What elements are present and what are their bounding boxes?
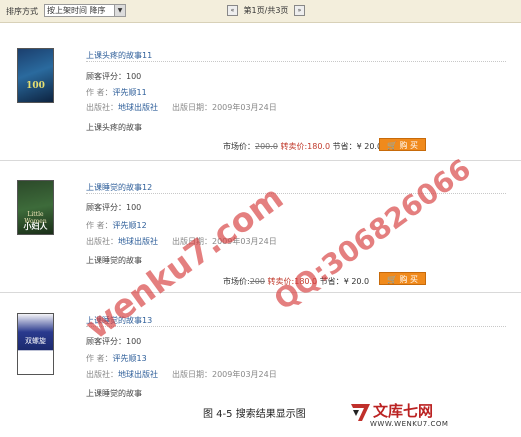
logo-url: WWW.WENKU7.COM bbox=[370, 420, 449, 428]
divider-dotted bbox=[86, 326, 506, 327]
pager: « 第1页/共3页 » bbox=[227, 5, 305, 17]
buy-label: 购 买 bbox=[399, 275, 419, 284]
rating-label: 顾客评分： bbox=[86, 337, 126, 346]
market-label: 市场价： bbox=[223, 142, 255, 151]
figure-caption: 图 4-5 搜索结果显示图 bbox=[203, 409, 306, 420]
date-label: 出版日期： bbox=[172, 370, 212, 379]
date-label: 出版日期： bbox=[172, 103, 212, 112]
book-cover-2[interactable]: Little Women 小妇人 bbox=[17, 180, 54, 235]
book-title-1[interactable]: 上课头疼的故事11 bbox=[86, 50, 152, 61]
date-value: 2009年03月24日 bbox=[212, 237, 277, 246]
rating-label: 顾客评分： bbox=[86, 72, 126, 81]
sale-price: 180.0 bbox=[307, 142, 331, 151]
logo-name: 文库七网 bbox=[373, 402, 434, 420]
author-label: 作 者： bbox=[86, 221, 113, 230]
sale-price: 180.0 bbox=[294, 277, 318, 286]
item-separator bbox=[0, 160, 521, 161]
publisher-3: 出版社：地球出版社 出版日期：2009年03月24日 bbox=[86, 369, 277, 380]
author-label: 作 者： bbox=[86, 88, 113, 97]
book-title-2[interactable]: 上课睡觉的故事12 bbox=[86, 182, 152, 193]
publisher-link[interactable]: 地球出版社 bbox=[118, 370, 158, 379]
sort-toolbar: 排序方式 按上架时间 降序 ▼ « 第1页/共3页 » bbox=[0, 0, 521, 23]
book-desc-1: 上课头疼的故事 bbox=[86, 123, 142, 132]
book-cover-1[interactable]: 100 bbox=[17, 48, 54, 103]
author-1: 作 者：评先顺11 bbox=[86, 87, 147, 98]
chevron-down-icon[interactable]: ▼ bbox=[114, 5, 125, 16]
rating-value: 100 bbox=[126, 72, 142, 81]
item-separator bbox=[0, 292, 521, 293]
rating-2: 顾客评分：100 bbox=[86, 202, 141, 213]
book-title-3[interactable]: 上课睡觉的故事13 bbox=[86, 315, 152, 326]
date-label: 出版日期： bbox=[172, 237, 212, 246]
author-link[interactable]: 评先顺12 bbox=[113, 221, 147, 230]
save-value: ¥ 20.0 bbox=[343, 277, 370, 286]
book-desc-2: 上课睡觉的故事 bbox=[86, 256, 142, 265]
book-cover-3[interactable]: 双螺旋 bbox=[17, 313, 54, 375]
prev-page-icon[interactable]: « bbox=[227, 5, 238, 16]
author-3: 作 者：评先顺13 bbox=[86, 353, 147, 364]
rating-value: 100 bbox=[126, 203, 142, 212]
author-2: 作 者：评先顺12 bbox=[86, 220, 147, 231]
publisher-2: 出版社：地球出版社 出版日期：2009年03月24日 bbox=[86, 236, 277, 247]
page-indicator: 第1页/共3页 bbox=[243, 6, 289, 15]
date-value: 2009年03月24日 bbox=[212, 370, 277, 379]
price-bar-2: 市场价:200 转卖价:180.0 节省：¥ 20.0 bbox=[223, 276, 369, 287]
buy-button-2[interactable]: 🛒 购 买 bbox=[379, 272, 426, 285]
save-label: 节省： bbox=[332, 142, 357, 151]
publisher-label: 出版社： bbox=[86, 370, 118, 379]
price-bar-1: 市场价：200.0 转卖价:180.0 节省：¥ 20.0 bbox=[223, 141, 382, 152]
publisher-label: 出版社： bbox=[86, 103, 118, 112]
next-page-icon[interactable]: » bbox=[293, 5, 305, 16]
market-price: 200 bbox=[249, 277, 265, 286]
book-cover-2-subtitle: 小妇人 bbox=[23, 221, 48, 231]
buy-button-1[interactable]: 🛒 购 买 bbox=[379, 138, 426, 151]
author-link[interactable]: 评先顺13 bbox=[113, 354, 147, 363]
rating-label: 顾客评分： bbox=[86, 203, 126, 212]
buy-label: 购 买 bbox=[399, 141, 419, 150]
divider-dotted bbox=[86, 61, 506, 62]
sort-label: 排序方式 bbox=[6, 7, 38, 16]
publisher-link[interactable]: 地球出版社 bbox=[118, 103, 158, 112]
publisher-1: 出版社：地球出版社 出版日期：2009年03月24日 bbox=[86, 102, 277, 113]
save-label: 节省： bbox=[319, 277, 344, 286]
sale-label: 转卖价: bbox=[267, 277, 295, 286]
author-link[interactable]: 评先顺11 bbox=[113, 88, 147, 97]
date-value: 2009年03月24日 bbox=[212, 103, 277, 112]
sale-label: 转卖价: bbox=[280, 142, 308, 151]
book-cover-3-text: 双螺旋 bbox=[25, 337, 46, 345]
author-label: 作 者： bbox=[86, 354, 113, 363]
publisher-link[interactable]: 地球出版社 bbox=[118, 237, 158, 246]
rating-value: 100 bbox=[126, 337, 142, 346]
market-price: 200.0 bbox=[255, 142, 278, 151]
rating-3: 顾客评分：100 bbox=[86, 336, 141, 347]
publisher-label: 出版社： bbox=[86, 237, 118, 246]
book-desc-3: 上课睡觉的故事 bbox=[86, 389, 142, 398]
sort-select[interactable]: 按上架时间 降序 ▼ bbox=[44, 4, 126, 17]
logo-icon bbox=[351, 404, 370, 421]
book-cover-1-text: 100 bbox=[26, 81, 45, 91]
sort-select-value: 按上架时间 降序 bbox=[47, 6, 106, 15]
rating-1: 顾客评分：100 bbox=[86, 71, 141, 82]
market-label: 市场价: bbox=[223, 277, 250, 286]
divider-dotted bbox=[86, 193, 506, 194]
